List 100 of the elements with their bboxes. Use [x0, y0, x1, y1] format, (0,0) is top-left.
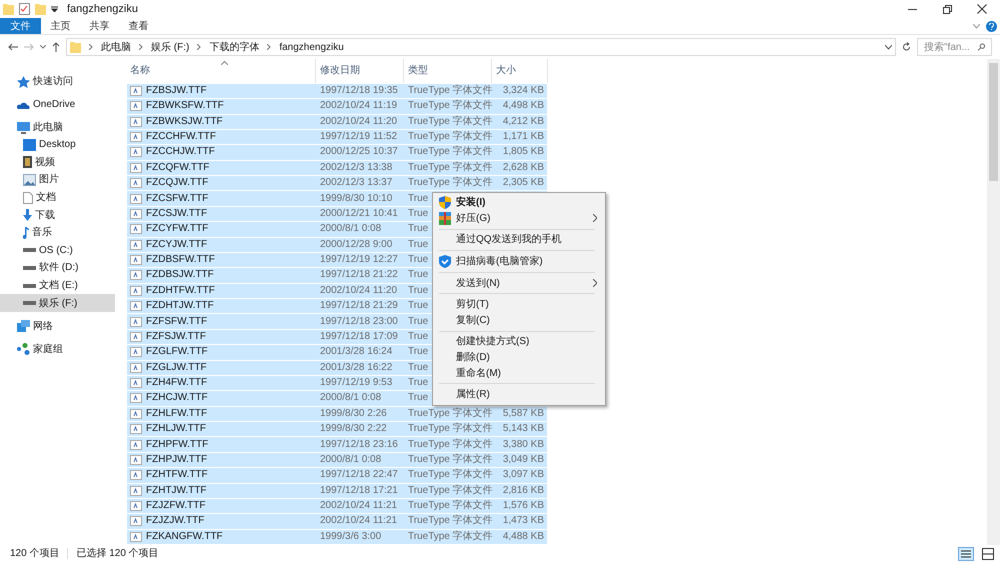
font-file-icon: [130, 224, 142, 234]
sidebar-item[interactable]: 音乐: [0, 224, 115, 242]
restore-icon[interactable]: [942, 4, 952, 14]
size-cell: 2,628 KB: [502, 162, 544, 174]
file-row[interactable]: FZHTFW.TTF 1997/12/18 22:47 TrueType 字体文件 3,097 KB: [127, 468, 547, 484]
film-icon: [23, 156, 32, 168]
document-icon: [23, 192, 33, 204]
file-row[interactable]: FZCQFW.TTF 2002/12/3 13:38 TrueType 字体文件 2,628 KB: [127, 160, 547, 176]
type-cell: True: [408, 377, 428, 390]
breadcrumb-item[interactable]: 此电脑: [101, 40, 131, 54]
ribbon-tab[interactable]: 文件: [0, 18, 41, 34]
font-file-icon: [130, 454, 142, 465]
download-icon: [23, 209, 32, 222]
font-file-icon: [130, 408, 142, 419]
breadcrumb-item[interactable]: 下载的字体: [209, 40, 260, 54]
search-icon: [978, 43, 985, 51]
column-header[interactable]: 类型: [404, 59, 492, 83]
file-name: FZHCJW.TTF: [146, 392, 208, 404]
type-cell: True: [408, 254, 428, 266]
sidebar-item[interactable]: OneDrive: [0, 96, 115, 113]
chevron-down-icon[interactable]: [885, 44, 892, 50]
file-row[interactable]: FZJZJW.TTF 2002/10/24 11:21 TrueType 字体文件 1,473 KB: [127, 514, 547, 530]
size-cell: 3,380 KB: [502, 438, 544, 451]
ribbon-tab[interactable]: 查看: [119, 18, 158, 34]
column-header[interactable]: 大小: [492, 59, 548, 83]
file-name: FZHLJW.TTF: [146, 423, 206, 436]
tiles-view-icon[interactable]: [982, 548, 994, 560]
file-row[interactable]: FZBWKSFW.TTF 2002/10/24 11:19 TrueType 字体文件 4,498 KB: [127, 99, 547, 114]
chevron-right-icon: [593, 279, 597, 288]
font-file-icon: [130, 255, 142, 266]
file-row[interactable]: FZCCHFW.TTF 1997/12/19 11:52 TrueType 字体文件 1,171 KB: [127, 130, 547, 146]
file-row[interactable]: FZCQJW.TTF 2002/12/3 13:37 TrueType 字体文件 2,305 KB: [127, 176, 547, 192]
file-name: FZCQFW.TTF: [146, 162, 210, 174]
sidebar-item[interactable]: 网络: [0, 318, 115, 335]
file-row[interactable]: FZHPFW.TTF 1997/12/18 23:16 TrueType 字体文件 3,380 KB: [127, 437, 547, 453]
file-row[interactable]: FZKANGFW.TTF 1999/3/6 3:00 TrueType 字体文件 4,488 KB: [127, 530, 547, 545]
file-name: FZCYFW.TTF: [146, 223, 208, 236]
column-header[interactable]: 名称: [127, 59, 316, 83]
sidebar-item[interactable]: 家庭组: [0, 340, 115, 358]
properties-icon[interactable]: [19, 3, 30, 15]
chevron-down-icon[interactable]: [40, 45, 46, 49]
folder-icon: [70, 41, 81, 53]
scrollbar[interactable]: [987, 59, 1000, 545]
chevron-right-icon[interactable]: [197, 44, 202, 50]
file-row[interactable]: FZBWKSJW.TTF 2002/10/24 11:20 TrueType 字体文件 4,212 KB: [127, 114, 547, 130]
date-cell: 1997/12/19 11:52: [320, 131, 398, 144]
sidebar-item[interactable]: 娱乐 (F:): [0, 294, 115, 312]
back-arrow-icon[interactable]: [8, 43, 18, 51]
file-row[interactable]: FZJZFW.TTF 2002/10/24 11:21 TrueType 字体文件 1,576 KB: [127, 498, 547, 514]
date-cell: 1997/12/18 21:29: [320, 300, 398, 312]
sidebar-item[interactable]: 图片: [0, 171, 115, 189]
file-row[interactable]: FZHTJW.TTF 1997/12/18 17:21 TrueType 字体文件 2,816 KB: [127, 484, 547, 499]
scrollbar-thumb[interactable]: [989, 63, 998, 181]
chevron-right-icon[interactable]: [89, 44, 93, 50]
details-view-icon[interactable]: [958, 546, 974, 560]
file-row[interactable]: FZHLJW.TTF 1999/8/30 2:22 TrueType 字体文件 5,143 KB: [127, 422, 547, 438]
up-arrow-icon[interactable]: [52, 42, 60, 52]
type-cell: True: [408, 346, 428, 358]
breadcrumb-item[interactable]: fangzhengziku: [279, 40, 344, 54]
type-cell: TrueType 字体文件: [408, 84, 493, 97]
dropdown-icon[interactable]: [51, 6, 58, 12]
type-cell: TrueType 字体文件: [408, 177, 493, 190]
help-icon[interactable]: [986, 20, 997, 32]
chevron-right-icon[interactable]: [139, 44, 143, 50]
date-cell: 1999/8/30 2:22: [320, 423, 387, 436]
font-file-icon: [130, 132, 142, 142]
date-cell: 2002/10/24 11:21: [320, 515, 398, 528]
drive-icon: [23, 301, 36, 306]
file-row[interactable]: FZHLFW.TTF 1999/8/30 2:26 TrueType 字体文件 5,587 KB: [127, 406, 547, 422]
file-row[interactable]: FZBSJW.TTF 1997/12/18 19:35 TrueType 字体文件 3,324 KB: [127, 84, 547, 100]
sidebar-item[interactable]: 文档: [0, 188, 115, 206]
size-cell: 1,576 KB: [502, 500, 544, 512]
font-file-icon: [130, 116, 142, 127]
close-icon[interactable]: [977, 4, 987, 14]
file-row[interactable]: FZHPJW.TTF 2000/8/1 0:08 TrueType 字体文件 3,049 KB: [127, 452, 547, 468]
sidebar-item[interactable]: 视频: [0, 154, 115, 172]
chevron-right-icon[interactable]: [267, 44, 272, 50]
refresh-icon[interactable]: [902, 42, 911, 52]
sidebar-item[interactable]: 此电脑: [0, 119, 115, 136]
file-name: FZJZJW.TTF: [146, 515, 204, 528]
size-cell: 3,049 KB: [502, 454, 544, 466]
type-cell: TrueType 字体文件: [408, 469, 493, 482]
column-header[interactable]: 修改日期: [316, 59, 404, 83]
ribbon-tab[interactable]: 共享: [80, 18, 119, 34]
search-field[interactable]: 搜索"fan...: [917, 38, 992, 56]
file-row[interactable]: FZCCHJW.TTF 2000/12/25 10:37 TrueType 字体文件 1,805 KB: [127, 145, 547, 161]
breadcrumb-item[interactable]: 娱乐 (F:): [151, 40, 190, 54]
sidebar-item[interactable]: 快速访问: [0, 73, 115, 90]
sidebar-item[interactable]: 文档 (E:): [0, 276, 115, 294]
sidebar-item[interactable]: OS (C:): [0, 242, 115, 260]
minimize-icon[interactable]: [908, 8, 916, 10]
sidebar-item[interactable]: Desktop: [0, 136, 115, 154]
address-field[interactable]: 此电脑 娱乐 (F:) 下载的字体 fangzhengziku: [66, 38, 896, 56]
sidebar-item[interactable]: 下载: [0, 206, 115, 224]
font-file-icon: [130, 470, 142, 480]
sidebar-item[interactable]: 软件 (D:): [0, 259, 115, 277]
file-name: FZHPJW.TTF: [146, 454, 208, 466]
font-file-icon: [130, 101, 142, 112]
type-cell: TrueType 字体文件: [408, 500, 493, 512]
ribbon-tab[interactable]: 主页: [41, 18, 80, 34]
